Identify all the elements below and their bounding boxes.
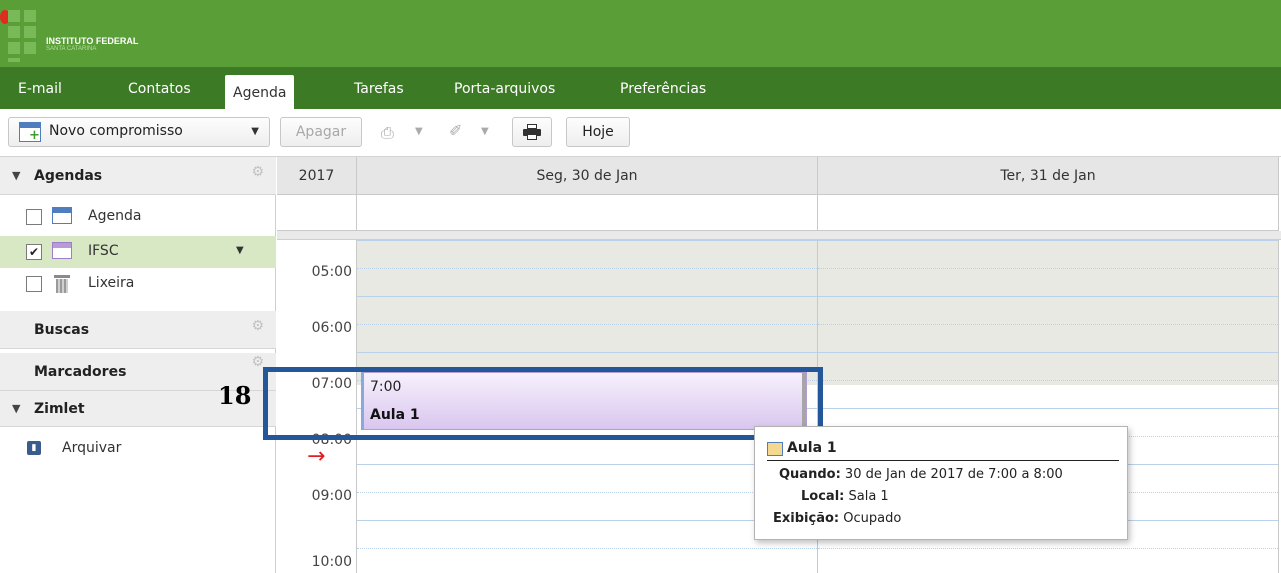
tags-header-label: Marcadores [34,364,127,380]
day-header-monday[interactable]: Seg, 30 de Jan [357,157,818,195]
sidebar-item-label: Lixeira [88,275,135,291]
tab-preferences[interactable]: Preferências [620,81,706,97]
toolbar: + Novo compromisso ▼ Apagar ⎙ ▼ ✐ ▼ Hoje [0,109,1281,157]
sidebar-item-ifsc[interactable]: ✔ IFSC ▼ [0,236,276,268]
year-header: 2017 [277,157,357,195]
zimlet-header-label: Zimlet [34,401,85,417]
location-label: Local: [801,489,845,504]
left-sidebar: ▼ Agendas ⚙ Agenda ✔ IFSC ▼ Lixeira Busc… [0,157,276,573]
allday-separator [277,231,1281,240]
delete-button[interactable]: Apagar [280,117,362,147]
new-appointment-button[interactable]: + Novo compromisso ▼ [8,117,270,147]
appointment-tooltip: Aula 1 Quando: 30 de Jan de 2017 de 7:00… [754,426,1128,540]
print-button[interactable] [512,117,552,147]
chevron-down-icon: ▼ [481,126,489,137]
app-window: INSTITUTO FEDERAL SANTA CATARINA E-mail … [0,0,1281,573]
tooltip-display-row: Exibição: Ocupado [773,511,901,526]
display-label: Exibição: [773,511,840,526]
sidebar-item-agenda[interactable]: Agenda [0,201,276,233]
tooltip-title: Aula 1 [787,440,837,456]
sidebar-item-label: Agenda [88,208,142,224]
tag-icon: ✐ [449,121,463,140]
logo-subtitle: SANTA CATARINA [46,46,97,52]
expand-triangle-icon[interactable]: ▼ [12,402,20,415]
app-header: INSTITUTO FEDERAL SANTA CATARINA [0,0,1281,67]
sidebar-item-archive[interactable]: ▮ Arquivar [0,433,276,465]
printer-icon [523,124,541,140]
calendars-section-header[interactable]: ▼ Agendas ⚙ [0,157,276,195]
today-button[interactable]: Hoje [566,117,630,147]
sidebar-item-label: IFSC [88,243,119,259]
hour-label: 10:00 [311,554,352,570]
sidebar-item-trash[interactable]: Lixeira [0,268,276,300]
move-button[interactable]: ⎙ ▼ [374,117,434,147]
gear-icon[interactable]: ⚙ [251,318,264,334]
display-value: Ocupado [843,511,902,526]
new-appointment-icon: + [19,122,41,142]
hour-label: 06:00 [311,320,352,336]
delete-label: Apagar [295,124,347,140]
today-label: Hoje [582,124,614,140]
searches-header-label: Buscas [34,322,90,338]
main-tabs: E-mail Contatos Agenda Tarefas Porta-arq… [0,67,1281,109]
ifsc-checkbox[interactable]: ✔ [26,244,42,260]
tooltip-when-row: Quando: 30 de Jan de 2017 de 7:00 a 8:00 [779,467,1063,482]
gear-icon[interactable]: ⚙ [251,164,264,180]
trash-icon [54,275,70,293]
appointment-icon [767,442,783,456]
tab-tasks[interactable]: Tarefas [354,81,404,97]
searches-section-header[interactable]: Buscas ⚙ [0,311,276,349]
tag-button[interactable]: ✐ ▼ [440,117,500,147]
allday-label-cell [277,195,357,231]
sidebar-item-label: Arquivar [62,440,122,456]
move-folder-icon: ⎙ [381,123,394,142]
current-time-arrow-icon: → [307,444,326,469]
allday-cell-tuesday[interactable] [818,195,1279,231]
day-header-tuesday[interactable]: Ter, 31 de Jan [818,157,1279,195]
calendar-icon [52,242,72,259]
annotation-number: 18 [218,381,252,410]
annotation-highlight-box [263,367,823,440]
chevron-down-icon[interactable]: ▼ [236,245,244,256]
trash-checkbox[interactable] [26,276,42,292]
tab-contacts[interactable]: Contatos [128,81,191,97]
new-appointment-label: Novo compromisso [49,123,183,139]
tab-email[interactable]: E-mail [18,81,62,97]
chevron-down-icon: ▼ [415,126,423,137]
calendar-icon [52,207,72,224]
when-value: 30 de Jan de 2017 de 7:00 a 8:00 [844,467,1063,482]
chevron-down-icon[interactable]: ▼ [251,126,259,137]
when-label: Quando: [779,467,841,482]
expand-triangle-icon[interactable]: ▼ [12,169,20,182]
calendars-header-label: Agendas [34,168,103,184]
tab-briefcase[interactable]: Porta-arquivos [454,81,555,97]
hour-label: 05:00 [311,264,352,280]
tab-agenda[interactable]: Agenda [225,75,295,109]
allday-cell-monday[interactable] [357,195,818,231]
logo-title: INSTITUTO FEDERAL [46,36,139,46]
tooltip-header: Aula 1 [767,439,1119,461]
tooltip-location-row: Local: Sala 1 [801,489,889,504]
agenda-checkbox[interactable] [26,209,42,225]
hour-label: 09:00 [311,488,352,504]
location-value: Sala 1 [848,489,889,504]
archive-icon: ▮ [27,441,41,455]
